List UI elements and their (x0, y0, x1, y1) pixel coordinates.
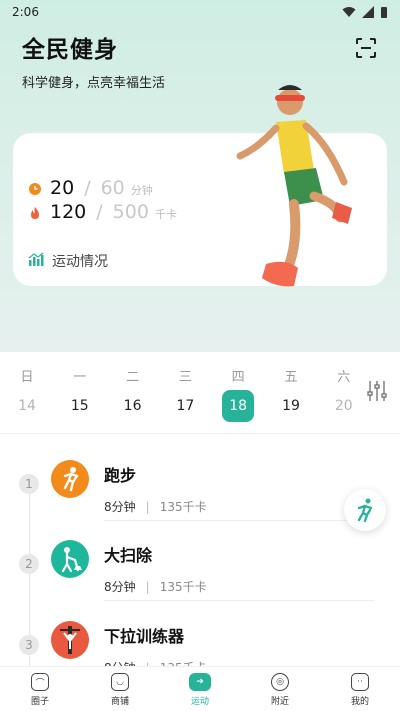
filter-button[interactable] (364, 378, 390, 404)
runner-icon (357, 498, 373, 523)
sport-status-label: 运动情况 (52, 254, 108, 270)
tab-label: 商铺 (110, 697, 129, 707)
status-time: 2:06 (12, 5, 39, 19)
activity-duration: 8分钟 (104, 580, 136, 594)
meta-divider: | (145, 579, 150, 594)
day-1[interactable]: 一 15 (60, 352, 100, 434)
day-name: 五 (284, 370, 298, 385)
duration-current: 20 (50, 177, 75, 199)
flame-icon (28, 205, 42, 219)
cleaning-icon (51, 540, 89, 578)
list-item[interactable]: 1 跑步 8分钟 | 135千卡 (0, 460, 400, 540)
day-name: 六 (337, 370, 351, 385)
tab-label: 圈子 (30, 697, 49, 707)
sliders-icon (367, 381, 387, 401)
item-divider (104, 600, 374, 601)
activity-calories: 135千卡 (159, 580, 207, 594)
shop-icon: ◡ (111, 673, 129, 691)
clock-icon (28, 181, 42, 195)
calories-stat: 120 / 500 千卡 (28, 201, 177, 223)
day-4[interactable]: 四 18 (218, 352, 258, 434)
sport-icon: ➜ (189, 673, 211, 691)
status-icons (342, 6, 388, 19)
day-2[interactable]: 二 16 (113, 352, 153, 434)
duration-goal: 60 (100, 177, 125, 199)
step-number: 3 (19, 635, 39, 655)
day-number[interactable]: 15 (64, 390, 96, 422)
day-name: 日 (20, 370, 34, 385)
signal-icon (362, 6, 374, 18)
page-title: 全民健身 (22, 37, 118, 63)
activity-meta: 8分钟 | 135千卡 (104, 578, 207, 595)
page-subtitle: 科学健身，点亮幸福生活 (22, 76, 166, 91)
day-3[interactable]: 三 17 (165, 352, 205, 434)
day-number[interactable]: 17 (169, 390, 201, 422)
duration-separator: / (84, 177, 91, 199)
scan-button[interactable] (352, 34, 380, 62)
tab-label: 我的 (350, 697, 369, 707)
bar-chart-icon (28, 252, 44, 270)
location-icon: ◎ (271, 673, 289, 691)
day-number[interactable]: 19 (275, 390, 307, 422)
activity-title: 下拉训练器 (104, 627, 185, 646)
activity-title: 跑步 (104, 466, 137, 485)
start-run-button[interactable] (344, 489, 386, 531)
scan-icon (356, 38, 376, 58)
tab-label: 附近 (270, 697, 289, 707)
day-5[interactable]: 五 19 (271, 352, 311, 434)
duration-stat: 20 / 60 分钟 (28, 177, 153, 199)
status-bar: 2:06 (0, 0, 400, 24)
day-number-selected[interactable]: 18 (222, 390, 255, 422)
runner-illustration (236, 85, 352, 287)
activity-duration: 8分钟 (104, 500, 136, 514)
list-item[interactable]: 2 大扫除 8分钟 | 135千卡 (0, 540, 400, 620)
meta-divider: | (145, 499, 150, 514)
day-name: 四 (231, 370, 245, 385)
duration-unit: 分钟 (130, 184, 153, 197)
calories-current: 120 (50, 201, 87, 223)
day-number[interactable]: 14 (11, 390, 43, 422)
calories-goal: 500 (112, 201, 149, 223)
running-icon (51, 460, 89, 498)
calories-unit: 千卡 (154, 208, 177, 221)
sport-status-link[interactable]: 运动情况 (28, 251, 108, 271)
item-divider (104, 520, 374, 521)
day-name: 一 (73, 370, 87, 385)
day-0[interactable]: 日 14 (7, 352, 47, 434)
step-number: 2 (19, 554, 39, 574)
activity-meta: 8分钟 | 135千卡 (104, 498, 207, 515)
day-name: 二 (126, 370, 140, 385)
bottom-tab-bar: ⌒ 圈子 ◡ 商铺 ➜ 运动 ◎ 附近 ·· 我的 (0, 666, 400, 711)
step-number: 1 (19, 474, 39, 494)
wifi-icon (342, 7, 356, 17)
circle-icon: ⌒ (31, 673, 49, 691)
calories-separator: / (96, 201, 103, 223)
activity-title: 大扫除 (104, 546, 153, 565)
day-number[interactable]: 16 (117, 390, 149, 422)
day-6[interactable]: 六 20 (324, 352, 364, 434)
tab-sport[interactable]: ➜ 运动 (160, 667, 240, 711)
tab-label: 运动 (190, 697, 209, 707)
activity-calories: 135千卡 (159, 500, 207, 514)
profile-icon: ·· (351, 673, 369, 691)
day-name: 三 (178, 370, 192, 385)
tab-shop[interactable]: ◡ 商铺 (80, 667, 160, 711)
day-number[interactable]: 20 (328, 390, 360, 422)
tab-profile[interactable]: ·· 我的 (320, 667, 400, 711)
tab-nearby[interactable]: ◎ 附近 (240, 667, 320, 711)
pulldown-machine-icon (51, 621, 89, 659)
tab-circle[interactable]: ⌒ 圈子 (0, 667, 80, 711)
battery-icon (381, 6, 387, 18)
